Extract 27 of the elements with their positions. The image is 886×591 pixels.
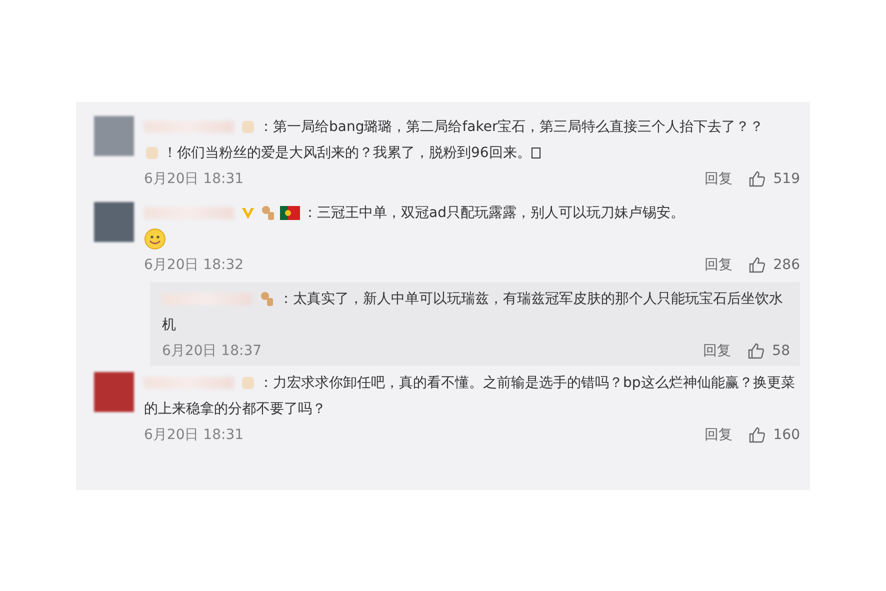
avatar[interactable] [94, 116, 134, 156]
avatar[interactable] [94, 202, 134, 242]
reply-link[interactable]: 回复 [703, 342, 732, 360]
like-count: 286 [773, 257, 800, 273]
thumbs-up-icon[interactable] [747, 342, 766, 360]
badge-icon [144, 145, 160, 162]
comment-text: ：太真实了，新人中单可以玩瑞兹，有瑞兹冠军皮肤的那个人只能玩宝石后坐饮水机 [162, 289, 784, 335]
blurred-username[interactable] [144, 377, 234, 390]
blurred-username[interactable] [144, 207, 234, 220]
comment-date: 6月20日 18:31 [144, 170, 245, 188]
comment-date: 6月20日 18:31 [144, 426, 245, 444]
comment-text: ：力宏求求你卸任吧，真的看不懂。之前输是选手的错吗？bp这么烂神仙能赢？换更菜的上来稳拿的分都不要了吗？ [144, 374, 796, 419]
avatar[interactable] [94, 372, 134, 412]
reply-link[interactable]: 回复 [704, 170, 732, 188]
blurred-username[interactable] [144, 121, 234, 134]
like-count: 160 [773, 427, 800, 443]
thumbs-up-icon[interactable] [748, 256, 766, 274]
like-count: 519 [773, 171, 800, 187]
comment-text: ：第一局给bang璐璐，第二局给faker宝石，第三局特么直接三个人抬下去了？？ ！你们当粉丝的爱是大风刮来的？我累了，脱粉到96回来。 [144, 114, 800, 166]
comment-text: ：三冠王中单，双冠ad只配玩露露，别人可以玩刀妹卢锡安。 [144, 200, 800, 252]
thumbs-up-icon[interactable] [748, 426, 766, 444]
reply-link[interactable]: 回复 [704, 256, 732, 274]
comment-date: 6月20日 18:32 [144, 256, 245, 274]
comment-date: 6月20日 18:37 [162, 342, 263, 360]
reply-link[interactable]: 回复 [704, 426, 732, 444]
like-count: 58 [772, 343, 790, 359]
thumbs-up-icon[interactable] [748, 170, 766, 188]
